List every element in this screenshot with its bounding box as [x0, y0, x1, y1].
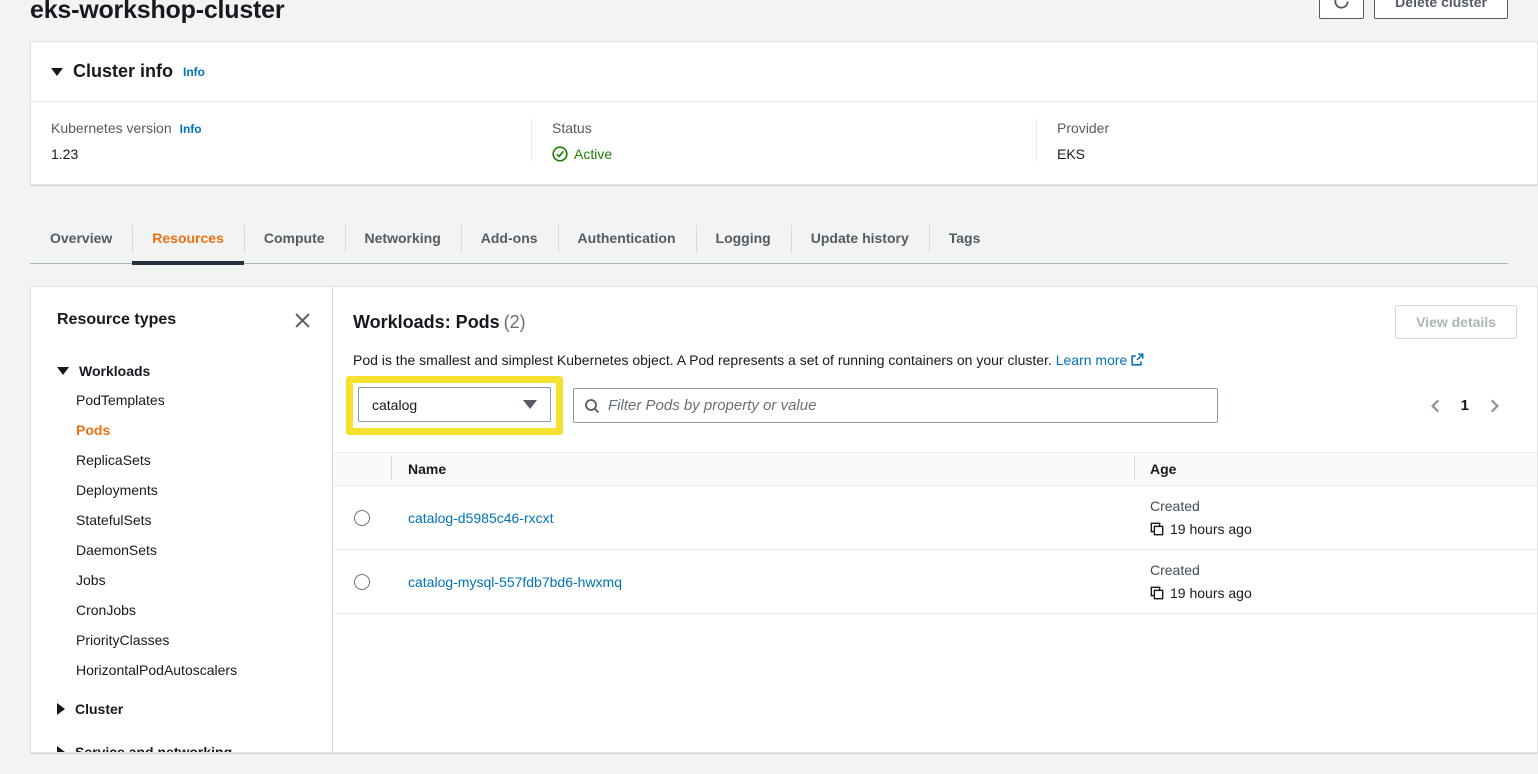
resource-types-title: Resource types — [57, 311, 176, 329]
provider-field: Provider EKS — [1036, 118, 1537, 162]
pods-filter-input[interactable] — [608, 397, 1207, 414]
sidebar-item-pods[interactable]: Pods — [57, 415, 312, 445]
chevron-right-icon — [57, 703, 65, 715]
sidebar-item-deployments[interactable]: Deployments — [57, 475, 312, 505]
learn-more-text: Learn more — [1056, 352, 1128, 368]
cluster-info-card: Cluster info Info Kubernetes version Inf… — [30, 41, 1538, 185]
table-row: catalog-d5985c46-rxcxt Created 19 hours … — [333, 486, 1537, 550]
sidebar-section-label: Cluster — [75, 701, 123, 717]
pods-description-text: Pod is the smallest and simplest Kuberne… — [353, 352, 1052, 368]
status-value: Active — [574, 146, 612, 162]
tab-logging[interactable]: Logging — [696, 215, 791, 263]
sidebar-item-statefulsets[interactable]: StatefulSets — [57, 505, 312, 535]
tab-networking[interactable]: Networking — [345, 215, 461, 263]
status-badge: Active — [552, 146, 1016, 162]
kubernetes-version-value: 1.23 — [51, 146, 511, 162]
refresh-button[interactable] — [1319, 0, 1364, 19]
next-page-icon[interactable] — [1485, 397, 1503, 415]
header-actions: Delete cluster — [1319, 0, 1508, 19]
sidebar-section-cluster[interactable]: Cluster — [57, 701, 312, 717]
search-icon — [584, 398, 600, 414]
tab-tags[interactable]: Tags — [929, 215, 1001, 263]
table-header-row: Name Age — [333, 452, 1537, 486]
sidebar-section-workloads[interactable]: Workloads — [57, 363, 312, 379]
dropdown-selected-value: catalog — [372, 397, 417, 413]
external-link-icon — [1130, 353, 1144, 367]
page-header: eks-workshop-cluster Delete cluster — [0, 0, 1538, 25]
pods-heading-text: Workloads: Pods — [353, 312, 500, 332]
tab-compute[interactable]: Compute — [244, 215, 345, 263]
chevron-down-icon — [57, 367, 69, 375]
pods-panel: Workloads: Pods (2) View details Pod is … — [333, 287, 1537, 752]
learn-more-link[interactable]: Learn more — [1056, 352, 1145, 368]
status-label: Status — [552, 120, 592, 136]
provider-label: Provider — [1057, 120, 1109, 136]
resource-types-sidebar: Resource types Workloads PodTemplates Po… — [31, 287, 333, 752]
cluster-info-body: Kubernetes version Info 1.23 Status Acti… — [31, 102, 1537, 184]
cluster-info-info-link[interactable]: Info — [183, 65, 205, 79]
sidebar-item-podtemplates[interactable]: PodTemplates — [57, 385, 312, 415]
view-details-button[interactable]: View details — [1395, 305, 1517, 339]
close-icon[interactable] — [295, 313, 310, 328]
provider-value: EKS — [1057, 146, 1517, 162]
age-value-text: 19 hours ago — [1170, 581, 1252, 605]
age-cell: Created 19 hours ago — [1134, 495, 1537, 541]
copy-icon[interactable] — [1150, 586, 1164, 600]
sidebar-item-jobs[interactable]: Jobs — [57, 565, 312, 595]
kubernetes-version-label: Kubernetes version — [51, 120, 172, 136]
status-field: Status Active — [531, 118, 1036, 162]
tab-authentication[interactable]: Authentication — [558, 215, 696, 263]
cluster-info-header[interactable]: Cluster info Info — [31, 42, 1537, 102]
delete-cluster-button[interactable]: Delete cluster — [1374, 0, 1508, 19]
age-created-label: Created — [1150, 495, 1537, 517]
row-radio-button[interactable] — [354, 574, 370, 590]
pods-table: Name Age catalog-d5985c46-rxcxt Created — [333, 452, 1537, 614]
pod-name-link[interactable]: catalog-mysql-557fdb7bd6-hwxmq — [408, 574, 622, 590]
chevron-down-icon — [523, 400, 537, 409]
pod-name-link[interactable]: catalog-d5985c46-rxcxt — [408, 510, 554, 526]
sidebar-section-label: Service and networking — [75, 744, 232, 753]
page-title: eks-workshop-cluster — [30, 0, 284, 25]
age-value-text: 19 hours ago — [1170, 517, 1252, 541]
kubernetes-version-info-link[interactable]: Info — [180, 122, 202, 136]
resource-filter-dropdown[interactable]: catalog — [358, 387, 551, 422]
tab-update-history[interactable]: Update history — [791, 215, 929, 263]
sidebar-item-daemonsets[interactable]: DaemonSets — [57, 535, 312, 565]
pagination: 1 — [1427, 397, 1503, 415]
cluster-info-title: Cluster info — [73, 61, 173, 82]
refresh-icon — [1333, 0, 1350, 10]
age-created-label: Created — [1150, 559, 1537, 581]
sidebar-section-label: Workloads — [79, 363, 150, 379]
sidebar-item-cronjobs[interactable]: CronJobs — [57, 595, 312, 625]
pods-description: Pod is the smallest and simplest Kuberne… — [333, 339, 1537, 368]
sidebar-item-priorityclasses[interactable]: PriorityClasses — [57, 625, 312, 655]
tab-resources[interactable]: Resources — [132, 215, 244, 263]
copy-icon[interactable] — [1150, 522, 1164, 536]
chevron-right-icon — [57, 746, 65, 753]
current-page-number[interactable]: 1 — [1461, 397, 1469, 414]
sidebar-section-service-networking[interactable]: Service and networking — [57, 744, 312, 753]
workloads-items: PodTemplates Pods ReplicaSets Deployment… — [57, 385, 312, 685]
tab-bar: Overview Resources Compute Networking Ad… — [30, 215, 1508, 264]
age-column-header: Age — [1134, 461, 1537, 477]
tab-overview[interactable]: Overview — [30, 215, 132, 263]
resources-card: Resource types Workloads PodTemplates Po… — [30, 286, 1538, 753]
pods-count: (2) — [504, 312, 526, 332]
search-box — [573, 388, 1218, 423]
sidebar-item-horizontalpodautoscalers[interactable]: HorizontalPodAutoscalers — [57, 655, 312, 685]
check-circle-icon — [552, 146, 568, 162]
row-radio-button[interactable] — [354, 510, 370, 526]
kubernetes-version-field: Kubernetes version Info 1.23 — [31, 118, 531, 162]
previous-page-icon[interactable] — [1427, 397, 1445, 415]
age-cell: Created 19 hours ago — [1134, 559, 1537, 605]
name-column-header: Name — [391, 461, 1134, 477]
table-row: catalog-mysql-557fdb7bd6-hwxmq Created 1… — [333, 550, 1537, 614]
pods-heading: Workloads: Pods (2) — [353, 312, 526, 333]
sidebar-item-replicasets[interactable]: ReplicaSets — [57, 445, 312, 475]
filter-row: catalog 1 — [333, 368, 1537, 435]
tab-add-ons[interactable]: Add-ons — [461, 215, 558, 263]
collapse-caret-icon[interactable] — [51, 68, 63, 76]
tutorial-highlight-box: catalog — [346, 376, 563, 435]
